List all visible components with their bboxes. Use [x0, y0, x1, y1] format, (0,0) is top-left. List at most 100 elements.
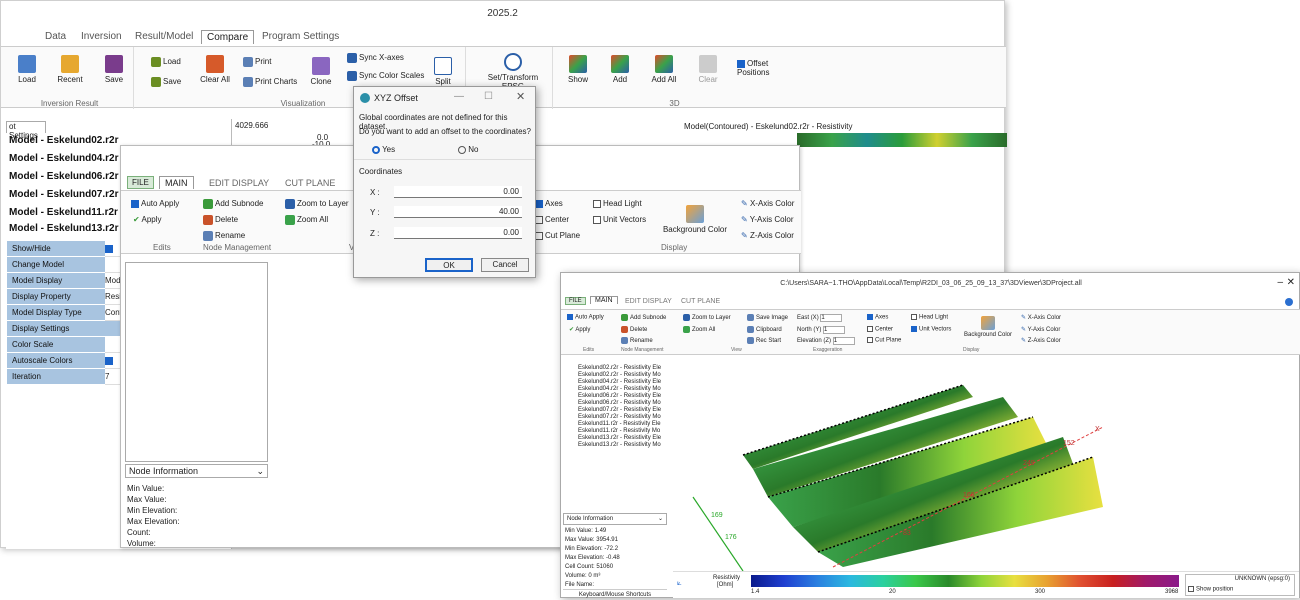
maximize-icon[interactable]: ☐ [484, 91, 493, 102]
viewer2-clipboard-button[interactable]: Clipboard [747, 326, 782, 333]
viewer2-x-axis-color-button[interactable]: ✎ X-Axis Color [1021, 314, 1061, 321]
viewer1-z-axis-color-button[interactable]: ✎ Z-Axis Color [741, 231, 794, 240]
inv-load-button[interactable]: Load [12, 55, 42, 84]
vis-save-button[interactable]: Save [151, 77, 181, 87]
offset-positions-checkbox[interactable]: Offset Positions [737, 59, 787, 77]
viewer2-rename-button[interactable]: Rename [621, 337, 653, 344]
east-input[interactable]: 1 [820, 314, 843, 322]
viewer1-tab-file[interactable]: FILE [127, 176, 154, 189]
viewer2-auto-apply-checkbox[interactable]: Auto Apply [567, 314, 604, 321]
tree-item[interactable]: Eskelund11.r2r - Resistivity Mo [578, 428, 660, 434]
viewer2-tab-edit-display[interactable]: EDIT DISPLAY [625, 298, 672, 305]
viewer2-z-axis-color-button[interactable]: ✎ Z-Axis Color [1021, 337, 1061, 344]
viewer2-center-checkbox[interactable]: Center [867, 326, 893, 333]
model-list-item[interactable]: Model - Eskelund07.r2r [9, 189, 118, 200]
viewer1-tab-edit-display[interactable]: EDIT DISPLAY [209, 178, 269, 188]
tree-item[interactable]: Eskelund06.r2r - Resistivity Mo [578, 400, 661, 406]
viewer2-3d-scene[interactable]: X 152 249 166 83 169 176 [673, 357, 1299, 571]
viewer2-apply-button[interactable]: ✔ Apply [569, 326, 590, 333]
print-charts-button[interactable]: Print Charts [243, 77, 297, 87]
model-list-item[interactable]: Model - Eskelund02.r2r [9, 135, 118, 146]
viewer1-tree[interactable] [125, 262, 268, 462]
no-radio[interactable]: No [458, 145, 478, 154]
viewer1-tab-cut-plane[interactable]: CUT PLANE [285, 178, 335, 188]
clear-3d-button[interactable]: Clear [695, 55, 721, 84]
minimize-icon[interactable]: — [454, 91, 464, 102]
ok-button[interactable]: OK [425, 258, 473, 272]
print-button[interactable]: Print [243, 57, 271, 67]
tree-item[interactable]: Eskelund07.r2r - Resistivity Ele [578, 407, 661, 413]
viewer2-axes-checkbox[interactable]: Axes [867, 314, 888, 321]
yes-radio[interactable]: Yes [372, 145, 395, 154]
inv-save-button[interactable]: Save [100, 55, 128, 84]
tree-item[interactable]: Eskelund07.r2r - Resistivity Mo [578, 414, 661, 420]
tree-item[interactable]: Eskelund06.r2r - Resistivity Ele [578, 393, 661, 399]
z-offset-input[interactable]: 0.00 [394, 227, 522, 239]
viewer2-head-light-checkbox[interactable]: Head Light [911, 314, 948, 321]
vis-load-button[interactable]: Load [151, 57, 181, 67]
viewer2-delete-button[interactable]: Delete [621, 326, 647, 333]
sync-color-button[interactable]: Sync Color Scales [347, 71, 424, 81]
close-icon[interactable]: ✕ [516, 90, 525, 103]
viewer2-zoom-all-button[interactable]: Zoom All [683, 326, 715, 333]
viewer1-node-info-select[interactable]: Node Information ⌄ [125, 464, 268, 478]
show-position-checkbox[interactable]: Show position [1188, 586, 1233, 593]
viewer1-tab-main[interactable]: MAIN [159, 176, 194, 189]
viewer2-save-image-button[interactable]: Save Image [747, 314, 788, 321]
tab-program-settings[interactable]: Program Settings [262, 31, 339, 42]
recent-button[interactable]: Recent [54, 55, 86, 84]
minimize-icon[interactable]: – [1277, 277, 1283, 288]
show-3d-button[interactable]: Show [565, 55, 591, 84]
clear-all-button[interactable]: Clear All [199, 55, 231, 84]
tab-compare[interactable]: Compare [201, 30, 255, 44]
viewer2-cut-plane-checkbox[interactable]: Cut Plane [867, 337, 901, 344]
model-list-item[interactable]: Model - Eskelund11.r2r [9, 207, 118, 218]
tree-item[interactable]: Eskelund11.r2r - Resistivity Ele [578, 421, 661, 427]
viewer1-rename-button[interactable]: Rename [203, 231, 245, 241]
viewer2-tree[interactable]: Eskelund02.r2r - Resistivity Ele Eskelun… [563, 359, 669, 509]
tree-item[interactable]: Eskelund02.r2r - Resistivity Mo [578, 372, 661, 378]
model-list-item[interactable]: Model - Eskelund04.r2r [9, 153, 118, 164]
viewer1-zoom-layer-button[interactable]: Zoom to Layer [285, 199, 349, 209]
viewer2-unit-vectors-checkbox[interactable]: Unit Vectors [911, 326, 951, 333]
elevation-input[interactable]: 1 [832, 337, 855, 345]
x-offset-input[interactable]: 0.00 [394, 186, 522, 198]
viewer1-axes-checkbox[interactable]: Axes [535, 199, 563, 208]
plot-settings-tab[interactable]: ot Settings [6, 121, 46, 140]
viewer2-node-info-select[interactable]: Node Information ⌄ [563, 513, 667, 525]
viewer1-unit-vectors-checkbox[interactable]: Unit Vectors [593, 215, 646, 224]
viewer2-tab-file[interactable]: FILE [565, 297, 586, 305]
viewer1-auto-apply-checkbox[interactable]: Auto Apply [131, 199, 179, 208]
viewer2-y-axis-color-button[interactable]: ✎ Y-Axis Color [1021, 326, 1060, 333]
viewer2-tab-cut-plane[interactable]: CUT PLANE [681, 298, 720, 305]
cancel-button[interactable]: Cancel [481, 258, 529, 272]
tab-data[interactable]: Data [45, 31, 66, 42]
viewer2-rec-start-button[interactable]: Rec Start [747, 337, 781, 344]
tab-inversion[interactable]: Inversion [81, 31, 122, 42]
clone-button[interactable]: Clone [307, 57, 335, 86]
viewer1-cut-plane-checkbox[interactable]: Cut Plane [535, 231, 580, 240]
viewer2-add-subnode-button[interactable]: Add Subnode [621, 314, 666, 321]
viewer1-center-checkbox[interactable]: Center [535, 215, 569, 224]
add-all-3d-button[interactable]: Add All [649, 55, 679, 84]
tree-item[interactable]: Eskelund04.r2r - Resistivity Mo [578, 386, 661, 392]
viewer1-delete-button[interactable]: Delete [203, 215, 238, 225]
viewer1-background-color-button[interactable]: Background Color [661, 205, 729, 234]
viewer1-add-subnode-button[interactable]: Add Subnode [203, 199, 264, 209]
viewer1-head-light-checkbox[interactable]: Head Light [593, 199, 642, 208]
close-icon[interactable]: ✕ [1287, 277, 1295, 288]
model-list-item[interactable]: Model - Eskelund13.r2r [9, 223, 118, 234]
viewer2-background-color-button[interactable]: Background Color [961, 316, 1015, 338]
viewer1-x-axis-color-button[interactable]: ✎ X-Axis Color [741, 199, 794, 208]
tree-item[interactable]: Eskelund13.r2r - Resistivity Mo [578, 442, 661, 448]
viewer2-zoom-layer-button[interactable]: Zoom to Layer [683, 314, 731, 321]
viewer1-zoom-all-button[interactable]: Zoom All [285, 215, 328, 225]
split-button[interactable]: Split [429, 57, 457, 86]
y-offset-input[interactable]: 40.00 [394, 206, 522, 218]
sync-x-button[interactable]: Sync X-axes [347, 53, 404, 63]
viewer1-apply-button[interactable]: ✔ Apply [133, 215, 162, 224]
tab-result-model[interactable]: Result/Model [135, 31, 193, 42]
model-list-item[interactable]: Model - Eskelund06.r2r [9, 171, 118, 182]
viewer1-y-axis-color-button[interactable]: ✎ Y-Axis Color [741, 215, 794, 224]
viewer2-tab-main[interactable]: MAIN [590, 296, 618, 304]
